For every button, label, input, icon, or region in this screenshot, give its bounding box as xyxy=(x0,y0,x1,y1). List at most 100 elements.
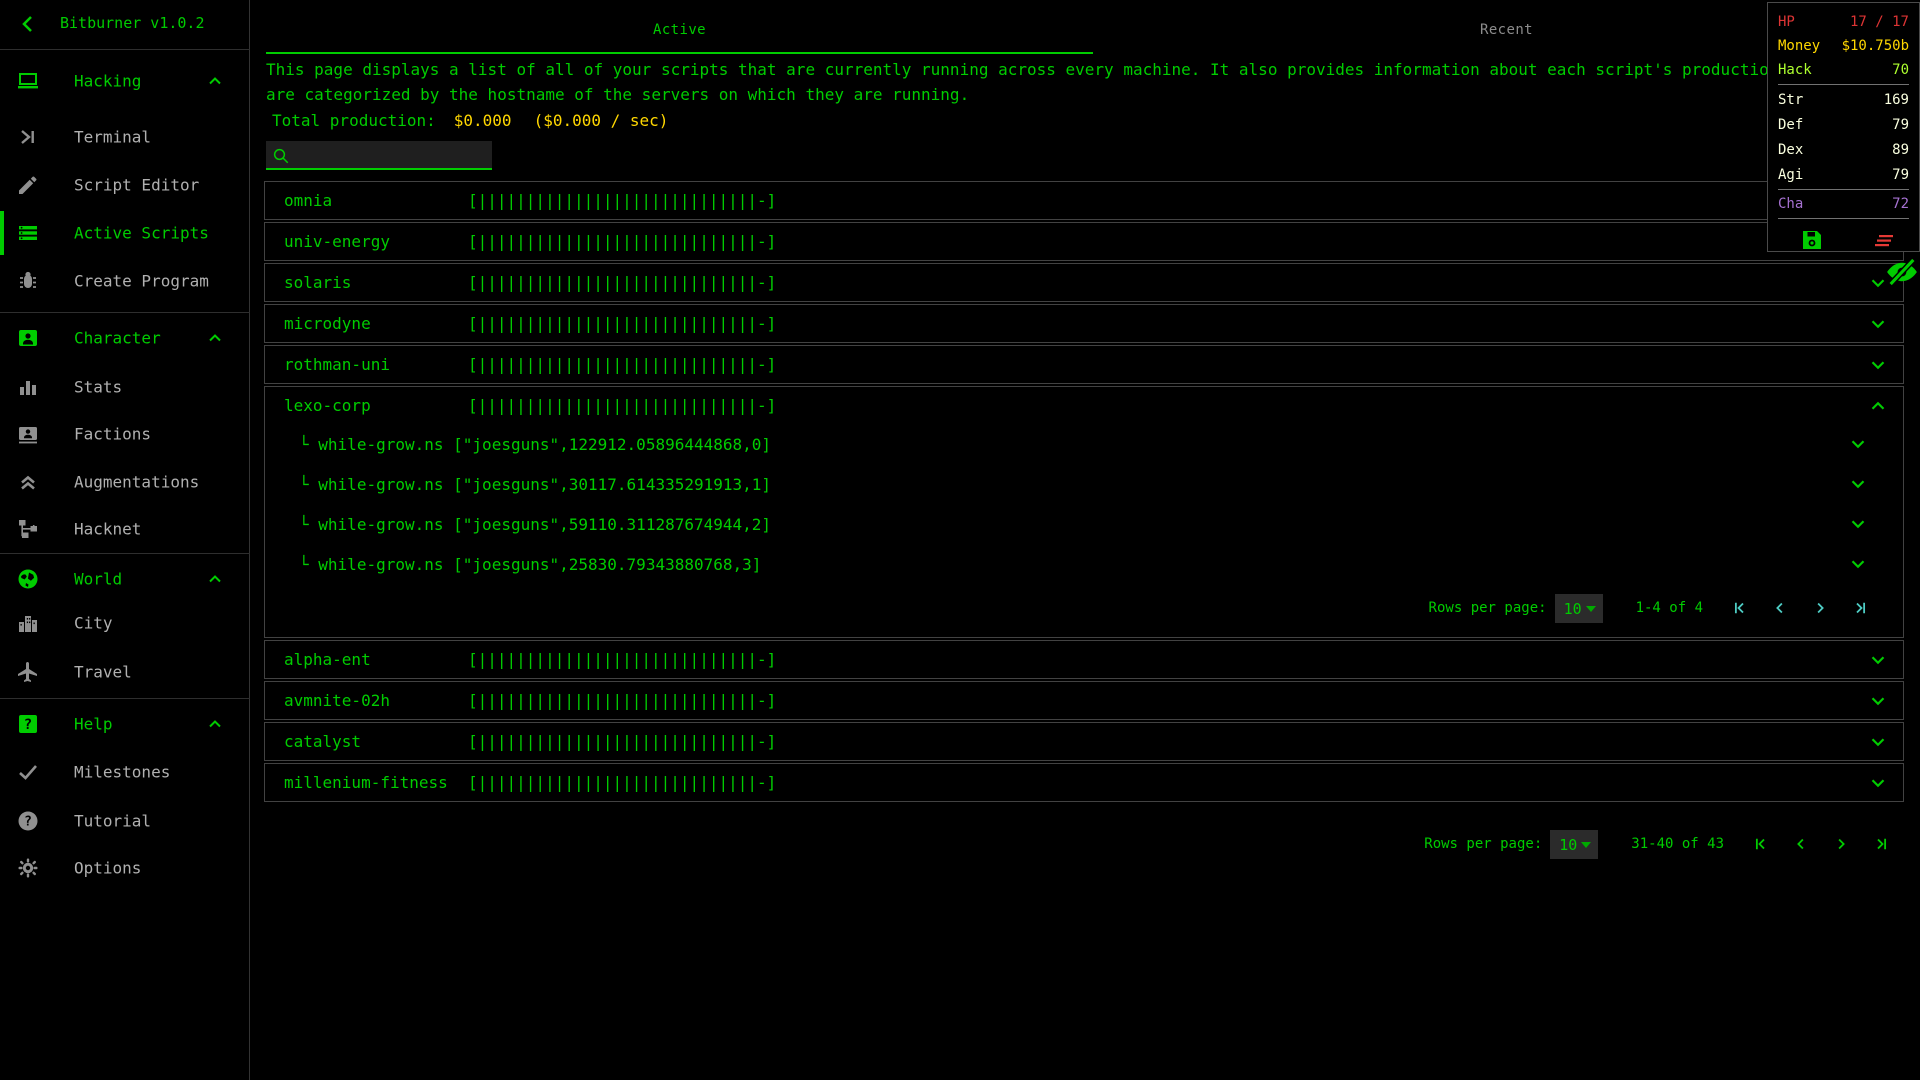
main-content: Active Recent This page displays a list … xyxy=(250,0,1920,1080)
first-page-icon[interactable] xyxy=(1731,599,1749,617)
bar-chart-icon xyxy=(16,375,40,399)
sidebar-item-hacknet[interactable]: Hacknet xyxy=(0,505,249,553)
server-row-millenium-fitness: millenium-fitness [|||||||||||||||||||||… xyxy=(264,763,1904,802)
server-progress-bar: [|||||||||||||||||||||||||||||-] xyxy=(468,314,777,333)
chevron-down-icon[interactable] xyxy=(1867,690,1889,712)
sidebar-item-terminal[interactable]: Terminal xyxy=(0,113,249,161)
divider xyxy=(0,312,250,313)
help-box-icon: ? xyxy=(16,712,40,736)
chevron-down-icon[interactable] xyxy=(1847,513,1869,535)
script-row[interactable]: └ while-grow.ns ["joesguns",59110.311287… xyxy=(265,504,1903,544)
next-page-icon[interactable] xyxy=(1811,599,1829,617)
sidebar-item-create-program[interactable]: Create Program xyxy=(0,257,249,305)
server-row-rothman-uni: rothman-uni [|||||||||||||||||||||||||||… xyxy=(264,345,1904,384)
chevron-up-icon[interactable] xyxy=(1867,395,1889,417)
server-summary[interactable]: millenium-fitness [|||||||||||||||||||||… xyxy=(265,764,1903,801)
sidebar-item-factions[interactable]: Factions xyxy=(0,410,249,458)
sidebar-item-city[interactable]: City xyxy=(0,599,249,647)
terminal-icon xyxy=(16,125,40,149)
sidebar-item-active-scripts[interactable]: Active Scripts xyxy=(0,209,249,257)
chevron-down-icon[interactable] xyxy=(1867,354,1889,376)
sidebar-item-options[interactable]: Options xyxy=(0,844,249,892)
laptop-icon xyxy=(16,69,40,93)
server-hostname: alpha-ent xyxy=(284,650,371,669)
server-summary[interactable]: solaris [|||||||||||||||||||||||||||||-] xyxy=(265,264,1903,301)
server-summary[interactable]: avmnite-02h [|||||||||||||||||||||||||||… xyxy=(265,682,1903,719)
chevron-up-icon[interactable] xyxy=(205,71,225,91)
chevron-down-icon[interactable] xyxy=(1847,433,1869,455)
chevron-down-icon[interactable] xyxy=(1847,473,1869,495)
sidebar-item-label: Milestones xyxy=(74,762,171,782)
rows-per-page-select[interactable]: 10 xyxy=(1550,829,1599,859)
sidebar-item-hacking[interactable]: Hacking xyxy=(0,57,249,105)
server-summary[interactable]: rothman-uni [|||||||||||||||||||||||||||… xyxy=(265,346,1903,383)
server-row-lexo-corp: lexo-corp [|||||||||||||||||||||||||||||… xyxy=(264,386,1904,638)
double-chevron-up-icon xyxy=(16,470,40,494)
server-summary[interactable]: microdyne [|||||||||||||||||||||||||||||… xyxy=(265,305,1903,342)
sidebar-item-tutorial[interactable]: ? Tutorial xyxy=(0,797,249,845)
sidebar-item-travel[interactable]: Travel xyxy=(0,648,249,696)
sidebar-item-label: Augmentations xyxy=(74,472,200,492)
script-row[interactable]: └ while-grow.ns ["joesguns",122912.05896… xyxy=(265,424,1903,464)
first-page-icon[interactable] xyxy=(1752,835,1770,853)
sidebar-item-world[interactable]: World xyxy=(0,555,249,603)
bug-icon xyxy=(16,269,40,293)
script-args: ["joesguns",25830.79343880768,3] xyxy=(453,554,762,574)
server-summary[interactable]: omnia [|||||||||||||||||||||||||||||-] xyxy=(265,182,1903,219)
sidebar-item-stats[interactable]: Stats xyxy=(0,363,249,411)
server-progress-bar: [|||||||||||||||||||||||||||||-] xyxy=(468,191,777,210)
sidebar-item-label: Travel xyxy=(74,662,132,682)
script-args: ["joesguns",59110.311287674944,2] xyxy=(453,514,772,534)
server-accordion-list: omnia [|||||||||||||||||||||||||||||-] u… xyxy=(264,181,1904,804)
sidebar-item-augmentations[interactable]: Augmentations xyxy=(0,458,249,506)
script-row[interactable]: └ while-grow.ns ["joesguns",25830.793438… xyxy=(265,544,1903,584)
server-summary[interactable]: catalyst [|||||||||||||||||||||||||||||-… xyxy=(265,723,1903,760)
server-progress-bar: [|||||||||||||||||||||||||||||-] xyxy=(468,396,777,415)
airplane-icon xyxy=(16,660,40,684)
server-summary[interactable]: alpha-ent [|||||||||||||||||||||||||||||… xyxy=(265,641,1903,678)
chevron-down-icon[interactable] xyxy=(1847,553,1869,575)
previous-page-icon[interactable] xyxy=(1771,599,1789,617)
server-progress-bar: [|||||||||||||||||||||||||||||-] xyxy=(468,355,777,374)
last-page-icon[interactable] xyxy=(1851,599,1869,617)
sidebar-item-label: Hacking xyxy=(74,71,142,91)
sidebar-item-character[interactable]: Character xyxy=(0,314,249,362)
rows-per-page-select[interactable]: 10 xyxy=(1554,593,1603,623)
next-page-icon[interactable] xyxy=(1832,835,1850,853)
script-name: while-grow.ns xyxy=(318,474,444,494)
sidebar-item-help[interactable]: ? Help xyxy=(0,700,249,748)
sidebar-item-milestones[interactable]: Milestones xyxy=(0,748,249,796)
server-summary[interactable]: lexo-corp [|||||||||||||||||||||||||||||… xyxy=(265,387,1903,424)
chevron-up-icon[interactable] xyxy=(205,328,225,348)
divider xyxy=(1778,189,1909,190)
sidebar-item-script-editor[interactable]: Script Editor xyxy=(0,161,249,209)
kill-all-scripts-icon[interactable] xyxy=(1872,229,1896,253)
chevron-down-icon[interactable] xyxy=(1867,649,1889,671)
server-progress-bar: [|||||||||||||||||||||||||||||-] xyxy=(468,691,777,710)
script-name: while-grow.ns xyxy=(318,434,444,454)
chevron-down-icon[interactable] xyxy=(1867,313,1889,335)
search-input[interactable] xyxy=(266,141,492,170)
servers-pagination: Rows per page: 10 31-40 of 43 xyxy=(264,826,1904,862)
device-tree-icon xyxy=(16,517,40,541)
sidebar-item-label: Help xyxy=(74,714,113,734)
globe-icon xyxy=(16,567,40,591)
sidebar-item-label: Active Scripts xyxy=(74,223,209,243)
overview-row-money: Money $10.750b xyxy=(1778,38,1909,54)
sidebar-item-label: Hacknet xyxy=(74,519,142,539)
script-row[interactable]: └ while-grow.ns ["joesguns",30117.614335… xyxy=(265,464,1903,504)
server-summary[interactable]: univ-energy [|||||||||||||||||||||||||||… xyxy=(265,223,1903,260)
eye-slash-icon[interactable] xyxy=(1883,255,1920,289)
chevron-up-icon[interactable] xyxy=(205,569,225,589)
last-page-icon[interactable] xyxy=(1872,835,1890,853)
collapse-sidebar-icon[interactable] xyxy=(16,12,40,36)
tab-active[interactable]: Active xyxy=(266,0,1093,54)
server-row-catalyst: catalyst [|||||||||||||||||||||||||||||-… xyxy=(264,722,1904,761)
person-badge-icon xyxy=(16,326,40,350)
previous-page-icon[interactable] xyxy=(1792,835,1810,853)
server-row-avmnite-02h: avmnite-02h [|||||||||||||||||||||||||||… xyxy=(264,681,1904,720)
chevron-up-icon[interactable] xyxy=(205,714,225,734)
chevron-down-icon[interactable] xyxy=(1867,731,1889,753)
chevron-down-icon[interactable] xyxy=(1867,772,1889,794)
save-game-icon[interactable] xyxy=(1800,228,1824,252)
